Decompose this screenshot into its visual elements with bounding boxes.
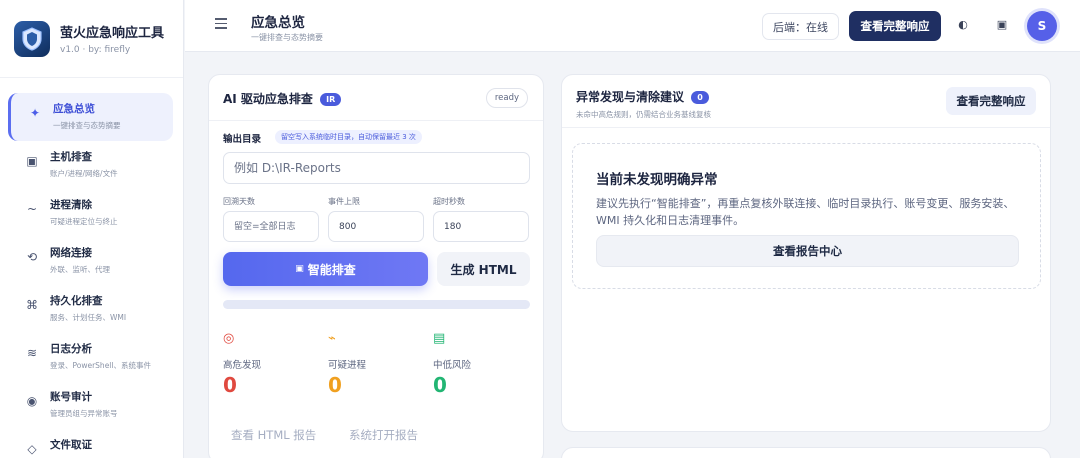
anomaly-card: 异常发现与清除建议 0 未命中高危规则，仍需结合业务基线复核 查看完整响应 当前… xyxy=(561,74,1051,432)
sidebar-item-label: 文件取证 xyxy=(50,439,92,451)
sidebar-item-label: 账号审计 xyxy=(50,391,92,403)
lookback-days-label: 回溯天数 xyxy=(223,197,255,206)
scan-progress-bar xyxy=(223,300,530,309)
sidebar-item-process-kill[interactable]: ~ 进程清除 可疑进程定位与终止 xyxy=(8,189,173,237)
sparkle-icon: ✦ xyxy=(29,106,41,120)
app-version: v1.0 · by: firefly xyxy=(60,45,131,55)
bolt-icon: ⌁ xyxy=(328,331,336,346)
sidebar-item-file-forensics[interactable]: ◇ 文件取证 xyxy=(8,429,173,458)
status-badge: ready xyxy=(485,88,528,108)
sidebar-item-label: 应急总览 xyxy=(53,103,95,115)
ir-badge: IR xyxy=(320,93,342,106)
stat-value: 0 xyxy=(223,373,237,397)
sidebar-item-overview[interactable]: ✦ 应急总览 一键排查与态势摘要 xyxy=(8,93,173,141)
scan-card-title: AI 驱动应急排查 IR xyxy=(223,90,342,107)
stat-label: 高危发现 xyxy=(223,360,262,371)
view-html-report-button[interactable]: 查看 HTML 报告 xyxy=(231,427,316,443)
sidebar-item-account-audit[interactable]: ◉ 账号审计 管理员组与异常账号 xyxy=(8,381,173,429)
sidebar-item-label: 日志分析 xyxy=(50,343,92,355)
theme-toggle-icon[interactable]: ◐ xyxy=(955,17,971,33)
scan-icon: ▣ xyxy=(295,264,304,274)
stat-value: 0 xyxy=(433,373,447,397)
stat-label: 可疑进程 xyxy=(328,360,367,371)
stat-suspicious-process: ⌁ 可疑进程 0 xyxy=(328,331,418,397)
empty-state-title: 当前未发现明确异常 xyxy=(596,172,718,188)
view-full-response-button-secondary[interactable]: 查看完整响应 xyxy=(946,87,1036,115)
event-limit-label: 事件上限 xyxy=(328,197,360,206)
empty-state-text: 建议先执行“智能排查”，再重点复核外联连接、临时目录执行、账号变更、服务安装、W… xyxy=(596,197,1015,227)
timeout-input[interactable] xyxy=(433,211,529,242)
target-icon: ◎ xyxy=(223,331,235,346)
account-icon: ◉ xyxy=(26,394,38,408)
command-icon: ⌘ xyxy=(26,298,38,312)
anomaly-count-badge: 0 xyxy=(691,91,709,104)
sidebar-item-label: 网络连接 xyxy=(50,247,92,259)
top-bar: 应急总览 一键排查与态势摘要 后端：在线 查看完整响应 ◐ ▣ S xyxy=(185,0,1080,52)
list-icon: ▤ xyxy=(433,331,446,346)
anomaly-card-title-text: 异常发现与清除建议 xyxy=(576,90,685,104)
avatar[interactable]: S xyxy=(1027,11,1057,41)
output-dir-input[interactable] xyxy=(223,152,530,184)
sidebar-item-label: 持久化排查 xyxy=(50,295,103,307)
stat-value: 0 xyxy=(328,373,342,397)
sidebar-item-desc: 管理员组与异常账号 xyxy=(50,409,118,418)
refresh-icon: ⟲ xyxy=(26,250,38,264)
app-title: 萤火应急响应工具 xyxy=(60,26,165,41)
view-full-response-button[interactable]: 查看完整响应 xyxy=(849,11,941,41)
wave-icon: ~ xyxy=(26,202,38,216)
host-icon: ▣ xyxy=(26,154,38,168)
window-icon[interactable]: ▣ xyxy=(994,17,1010,33)
timeout-label: 超时秒数 xyxy=(433,197,465,206)
brand: 萤火应急响应工具 v1.0 · by: firefly xyxy=(0,0,183,78)
output-dir-label: 输出目录 xyxy=(223,134,262,145)
sidebar-item-label: 进程清除 xyxy=(50,199,92,211)
sidebar-item-desc: 服务、计划任务、WMI xyxy=(50,313,127,322)
log-icon: ≋ xyxy=(26,346,38,360)
stat-mid-low-risk: ▤ 中低风险 0 xyxy=(433,331,523,397)
shield-logo-icon xyxy=(14,20,50,57)
sidebar-item-network[interactable]: ⟲ 网络连接 外联、监听、代理 xyxy=(8,237,173,285)
anomaly-card-title: 异常发现与清除建议 0 xyxy=(576,88,709,105)
secondary-card xyxy=(561,447,1051,458)
divider xyxy=(562,127,1050,128)
ai-scan-card: AI 驱动应急排查 IR ready 输出目录 留空写入系统临时目录，自动保留最… xyxy=(208,74,544,458)
anomaly-card-subtitle: 未命中高危规则，仍需结合业务基线复核 xyxy=(576,110,711,119)
generate-html-button[interactable]: 生成 HTML xyxy=(437,252,530,286)
file-icon: ◇ xyxy=(27,442,37,456)
sidebar: 萤火应急响应工具 v1.0 · by: firefly ✦ 应急总览 一键排查与… xyxy=(0,0,184,458)
sidebar-nav: ✦ 应急总览 一键排查与态势摘要 ▣ 主机排查 账户/进程/网络/文件 ~ 进程… xyxy=(0,78,183,458)
backend-status: 后端：在线 xyxy=(762,13,839,40)
page-subtitle: 一键排查与态势摘要 xyxy=(251,33,323,42)
event-limit-input[interactable] xyxy=(328,211,424,242)
sidebar-item-desc: 外联、监听、代理 xyxy=(50,265,110,274)
sidebar-item-desc: 一键排查与态势摘要 xyxy=(53,121,121,130)
sidebar-item-label: 主机排查 xyxy=(50,151,92,163)
sidebar-item-log-analysis[interactable]: ≋ 日志分析 登录、PowerShell、系统事件 xyxy=(8,333,173,381)
empty-state-panel: 当前未发现明确异常 建议先执行“智能排查”，再重点复核外联连接、临时目录执行、账… xyxy=(572,143,1041,289)
menu-icon[interactable] xyxy=(215,18,227,30)
smart-scan-label: 智能排查 xyxy=(307,262,356,277)
sidebar-item-desc: 账户/进程/网络/文件 xyxy=(50,169,118,178)
report-center-button[interactable]: 查看报告中心 xyxy=(596,235,1019,267)
stat-high-risk: ◎ 高危发现 0 xyxy=(223,331,313,397)
stat-label: 中低风险 xyxy=(433,360,472,371)
divider xyxy=(209,120,543,121)
sidebar-item-persistence[interactable]: ⌘ 持久化排查 服务、计划任务、WMI xyxy=(8,285,173,333)
page-title: 应急总览 xyxy=(251,15,305,31)
open-report-button[interactable]: 系统打开报告 xyxy=(349,427,418,443)
scan-card-title-text: AI 驱动应急排查 xyxy=(223,92,313,106)
sidebar-item-desc: 可疑进程定位与终止 xyxy=(50,217,118,226)
lookback-days-input[interactable] xyxy=(223,211,319,242)
sidebar-item-host-check[interactable]: ▣ 主机排查 账户/进程/网络/文件 xyxy=(8,141,173,189)
output-dir-hint: 留空写入系统临时目录，自动保留最近 3 次 xyxy=(275,130,422,144)
sidebar-item-desc: 登录、PowerShell、系统事件 xyxy=(50,361,151,370)
smart-scan-button[interactable]: ▣ 智能排查 xyxy=(223,252,428,286)
